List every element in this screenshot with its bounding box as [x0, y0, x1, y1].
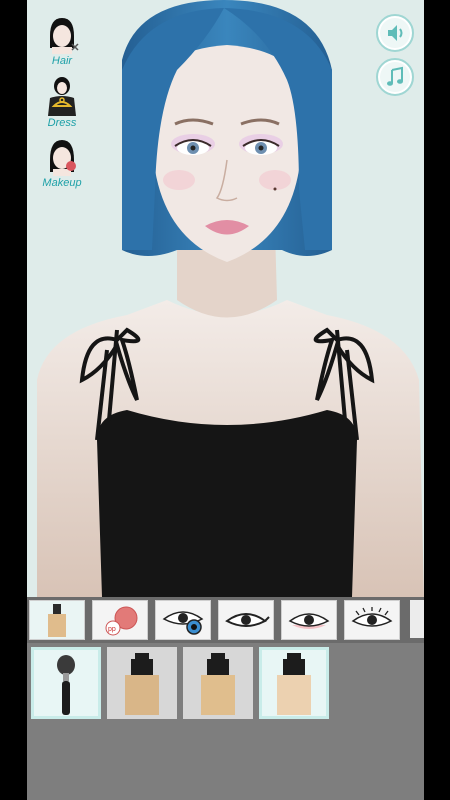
blush-compact-icon: pp	[105, 606, 138, 636]
eyelashes-icon	[351, 607, 393, 627]
tab-blush[interactable]: pp	[92, 600, 148, 640]
music-note-icon	[387, 66, 403, 86]
tab-eyeshadow[interactable]	[281, 600, 337, 640]
foundation-bottle-icon	[201, 653, 235, 715]
item-foundation-2[interactable]	[183, 647, 253, 719]
tab-foundation[interactable]	[29, 600, 85, 640]
foundation-bottle-icon	[125, 653, 159, 715]
item-brush[interactable]	[31, 647, 101, 719]
speaker-icon	[388, 25, 403, 41]
makeup-category-button[interactable]: Makeup	[37, 136, 87, 189]
music-button[interactable]	[376, 58, 414, 96]
item-foundation-3[interactable]	[259, 647, 329, 719]
eye-color-icon	[162, 611, 204, 635]
svg-text:pp: pp	[108, 626, 116, 633]
sound-button[interactable]	[376, 14, 414, 52]
dress-icon	[42, 76, 82, 116]
eyeliner-icon	[225, 613, 270, 627]
dress	[97, 410, 357, 597]
makeup-brush-icon	[57, 655, 75, 715]
makeup-tab-bar: pp	[27, 597, 424, 643]
foundation-bottle-icon	[277, 653, 311, 715]
hair-category-button[interactable]: Hair	[37, 14, 87, 67]
makeup-label: Makeup	[42, 177, 82, 189]
hair-label: Hair	[51, 55, 73, 67]
makeup-icon	[42, 136, 82, 176]
tab-eyelashes[interactable]	[344, 600, 400, 640]
makeup-panel: pp	[27, 597, 424, 800]
hair-icon	[42, 14, 82, 54]
tab-scroll-edge	[410, 600, 424, 638]
item-foundation-1[interactable]	[107, 647, 177, 719]
tab-eyeliner[interactable]	[218, 600, 274, 640]
eyeshadow-icon	[288, 613, 330, 629]
game-stage: Hair Dress Makeup pp	[27, 0, 424, 800]
dress-label: Dress	[47, 117, 77, 129]
dress-category-button[interactable]: Dress	[37, 76, 87, 129]
foundation-bottle-icon	[48, 604, 66, 637]
tab-eye-color[interactable]	[155, 600, 211, 640]
